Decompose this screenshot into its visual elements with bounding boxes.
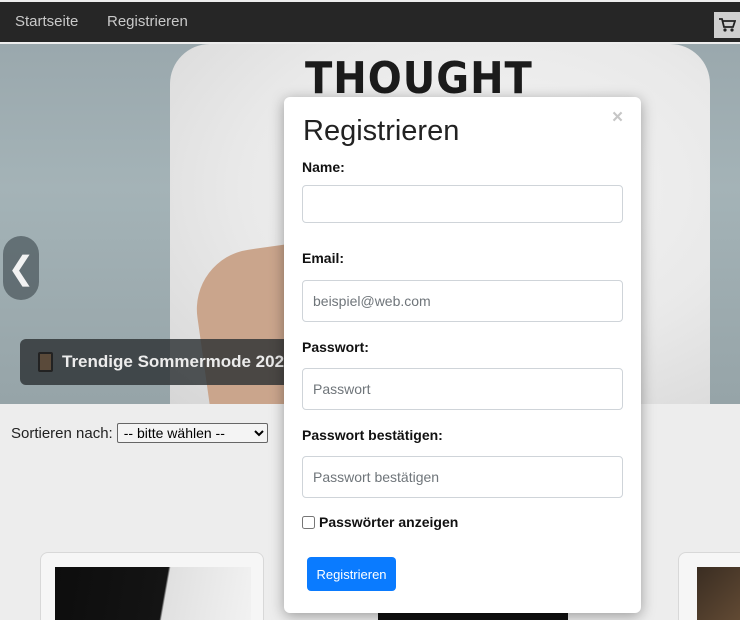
confirm-password-label: Passwort bestätigen:	[302, 427, 443, 443]
name-input[interactable]	[302, 185, 623, 223]
email-label: Email:	[302, 250, 345, 266]
modal-title: Registrieren	[303, 115, 460, 147]
password-label: Passwort:	[302, 339, 369, 355]
show-passwords-toggle[interactable]: Passwörter anzeigen	[302, 514, 458, 530]
confirm-password-input[interactable]	[302, 456, 623, 498]
name-label: Name:	[302, 159, 345, 175]
register-submit-button[interactable]: Registrieren	[307, 557, 396, 591]
close-icon[interactable]: ×	[612, 107, 623, 129]
show-passwords-label: Passwörter anzeigen	[319, 514, 459, 530]
password-input[interactable]	[302, 368, 623, 410]
show-passwords-checkbox[interactable]	[302, 515, 315, 529]
email-input[interactable]	[302, 280, 623, 322]
register-modal: × Registrieren Name: Email: Passwort: Pa…	[284, 97, 641, 613]
